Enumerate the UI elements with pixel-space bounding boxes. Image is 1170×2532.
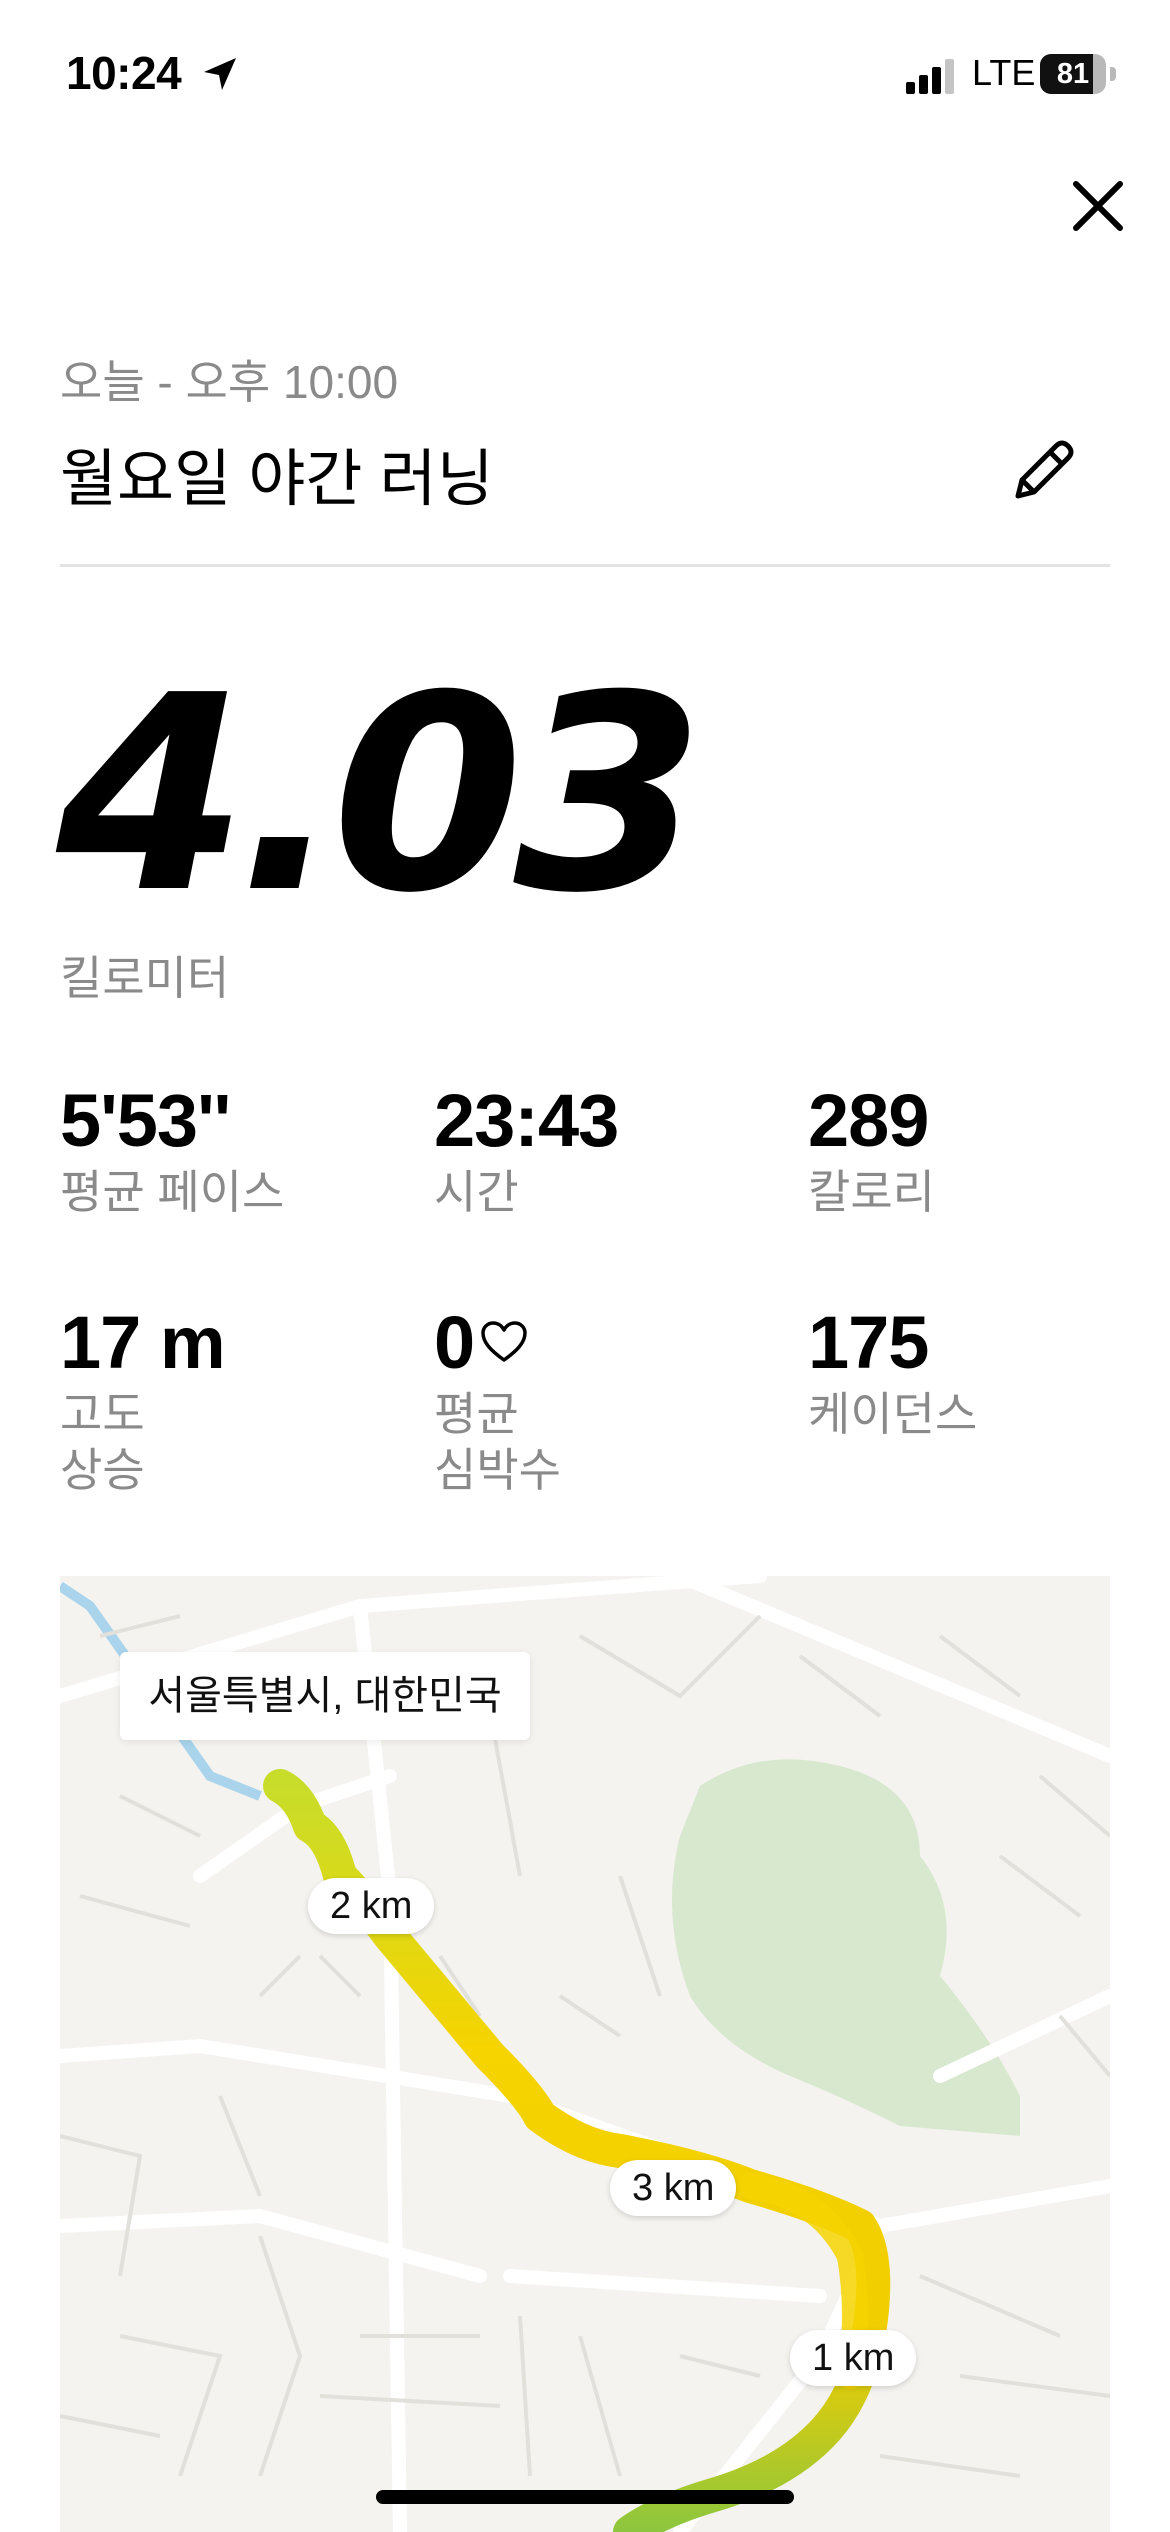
stat-label: 케이던스 bbox=[808, 1388, 978, 1440]
status-time: 10:24 bbox=[66, 47, 182, 99]
km-marker-3: 3 km bbox=[610, 2160, 737, 2216]
stat-value: 23:43 bbox=[434, 1079, 619, 1162]
home-indicator[interactable] bbox=[376, 2490, 794, 2504]
km-marker-2: 2 km bbox=[308, 1878, 435, 1934]
stat-label: 평균 심박수 bbox=[434, 1388, 561, 1496]
pencil-icon[interactable] bbox=[1006, 432, 1082, 508]
stat-avg-pace: 5'53'' 평균 페이스 bbox=[60, 1084, 284, 1220]
battery-percent: 81 bbox=[1056, 58, 1090, 90]
cellular-signal-icon bbox=[906, 59, 954, 94]
location-arrow-icon bbox=[204, 58, 236, 90]
stat-value: 17 m bbox=[60, 1301, 226, 1384]
battery-body: 81 bbox=[1040, 54, 1106, 94]
stat-time: 23:43 시간 bbox=[434, 1079, 619, 1220]
stat-value-row: 0 bbox=[434, 1306, 561, 1380]
stat-label: 고도 상승 bbox=[60, 1388, 145, 1496]
stat-label: 평균 페이스 bbox=[60, 1166, 285, 1218]
distance-unit: 킬로미터 bbox=[60, 952, 230, 1004]
stat-label: 칼로리 bbox=[808, 1166, 935, 1218]
battery-indicator: 81 bbox=[1040, 54, 1116, 94]
map-location-label: 서울특별시, 대한민국 bbox=[120, 1652, 530, 1740]
status-bar: 10:24 LTE 81 bbox=[0, 0, 1170, 150]
stat-value: 0 bbox=[434, 1301, 475, 1384]
heart-outline-icon bbox=[481, 1321, 527, 1362]
activity-date: 오늘 - 오후 10:00 bbox=[60, 356, 399, 408]
activity-title: 월요일 야간 러닝 bbox=[60, 445, 494, 514]
km-marker-1: 1 km bbox=[790, 2330, 917, 2386]
stat-value: 289 bbox=[808, 1079, 929, 1162]
stat-value: 175 bbox=[808, 1301, 929, 1384]
stat-cadence: 175 케이던스 bbox=[808, 1306, 977, 1442]
header-divider bbox=[60, 564, 1110, 567]
stat-label: 시간 bbox=[434, 1166, 519, 1218]
stat-elevation-gain: 17 m 고도 상승 bbox=[60, 1301, 226, 1498]
activity-detail-screen: 10:24 LTE 81 오늘 - 오후 10:00 월요일 야간 러닝 4.0… bbox=[0, 0, 1170, 2532]
network-type: LTE bbox=[972, 52, 1036, 93]
stat-avg-heart-rate: 0 평균 심박수 bbox=[434, 1306, 561, 1498]
route-map[interactable]: 서울특별시, 대한민국 2 km 3 km 1 km bbox=[60, 1576, 1110, 2532]
battery-cap bbox=[1110, 67, 1116, 81]
stat-calories: 289 칼로리 bbox=[808, 1084, 935, 1220]
distance-value: 4.03 bbox=[56, 637, 705, 952]
stat-value: 5'53'' bbox=[60, 1079, 231, 1162]
close-icon[interactable] bbox=[1068, 176, 1128, 236]
